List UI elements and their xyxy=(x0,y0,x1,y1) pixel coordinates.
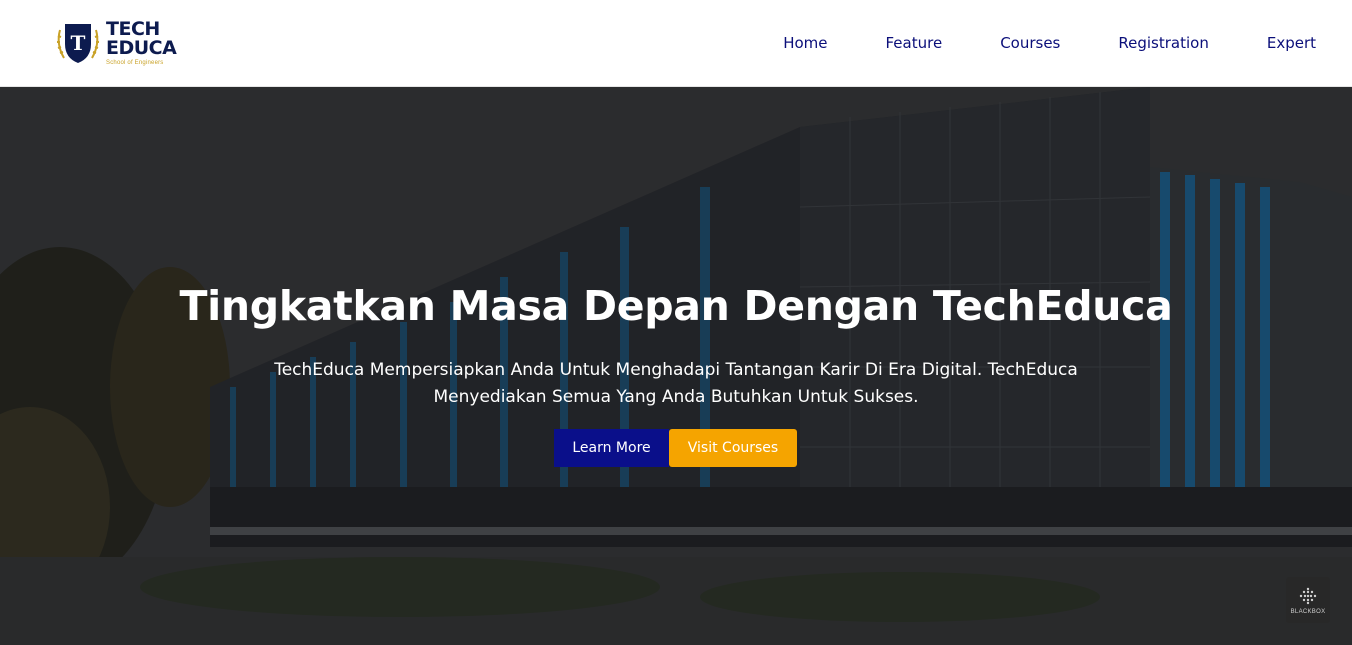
main-navigation: Home Feature Courses Registration Expert xyxy=(783,34,1316,52)
brand-logo[interactable]: T TECH EDUCA School of Engineers xyxy=(54,20,181,66)
hero-section: Tingkatkan Masa Depan Dengan TechEduca T… xyxy=(0,87,1352,645)
brand-tagline: School of Engineers xyxy=(106,60,164,66)
blackbox-logo-icon xyxy=(1299,587,1317,604)
brand-wordmark: TECH EDUCA School of Engineers xyxy=(106,20,177,67)
emblem-letter: T xyxy=(71,31,86,55)
visit-courses-button[interactable]: Visit Courses xyxy=(669,429,797,467)
hero-title: Tingkatkan Masa Depan Dengan TechEduca xyxy=(179,282,1173,330)
navbar: T TECH EDUCA School of Engineers Home Fe… xyxy=(0,0,1352,87)
learn-more-button[interactable]: Learn More xyxy=(554,429,669,467)
blackbox-label: BLACKBOX xyxy=(1290,608,1326,615)
nav-home[interactable]: Home xyxy=(783,34,827,52)
brand-line2: EDUCA xyxy=(106,37,177,59)
blackbox-badge[interactable]: BLACKBOX xyxy=(1286,577,1330,623)
nav-courses[interactable]: Courses xyxy=(1000,34,1060,52)
hero-content: Tingkatkan Masa Depan Dengan TechEduca T… xyxy=(0,87,1352,645)
nav-expert[interactable]: Expert xyxy=(1267,34,1316,52)
nav-feature[interactable]: Feature xyxy=(886,34,943,52)
hero-description: TechEduca Mempersiapkan Anda Untuk Mengh… xyxy=(274,360,1078,407)
nav-registration[interactable]: Registration xyxy=(1118,34,1208,52)
hero-buttons: Learn More Visit Courses xyxy=(554,429,797,467)
shield-emblem-icon: T xyxy=(57,24,99,63)
